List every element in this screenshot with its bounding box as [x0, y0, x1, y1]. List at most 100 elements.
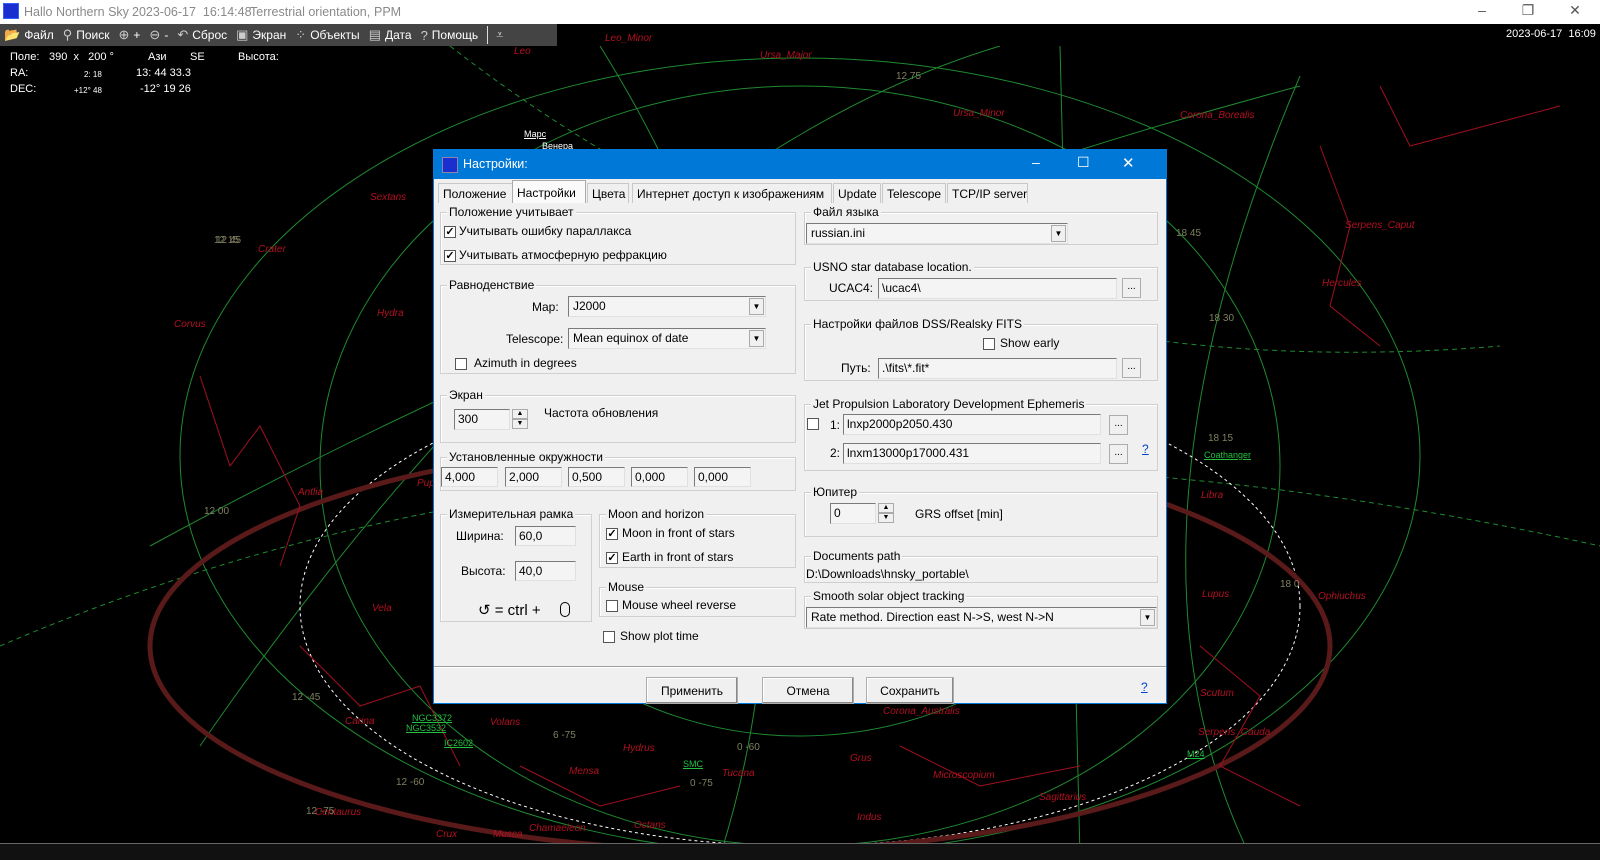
sky-object-label[interactable]: NGC3532: [406, 723, 446, 733]
fits-browse-button[interactable]: ...: [1122, 358, 1141, 378]
tab-internet-images[interactable]: Интернет доступ к изображениям: [632, 183, 832, 203]
tab-telescope[interactable]: Telescope: [882, 183, 946, 203]
sky-object-label[interactable]: SMC: [683, 759, 703, 769]
sky-object-label[interactable]: IC2602: [444, 738, 473, 748]
minimize-button[interactable]: –: [1462, 2, 1502, 18]
mouse-icon: [560, 602, 570, 617]
close-button[interactable]: ✕: [1555, 2, 1595, 19]
arrow-down-icon[interactable]: ▼: [878, 513, 894, 523]
tab-position[interactable]: Положение: [438, 183, 513, 203]
toolbar-overflow-button[interactable]: ⩡: [496, 27, 503, 43]
constellation-label: Crater: [258, 244, 286, 255]
frame-width-input[interactable]: 60,0: [515, 526, 576, 546]
language-select[interactable]: russian.ini▼: [806, 223, 1068, 244]
sky-object-label[interactable]: Coathanger: [1204, 450, 1251, 460]
circle-input-5[interactable]: 0,000: [694, 467, 751, 487]
frame-height-input[interactable]: 40,0: [515, 561, 576, 581]
tab-tcpip-server[interactable]: TCP/IP server: [947, 183, 1028, 203]
toolbar-zoom-in[interactable]: ⊕+: [119, 27, 141, 43]
refraction-checkbox[interactable]: ✓: [444, 250, 456, 262]
ucac4-path-input[interactable]: \ucac4\: [878, 278, 1117, 299]
arrow-up-icon[interactable]: ▲: [878, 503, 894, 513]
show-plot-time-checkbox[interactable]: [603, 631, 615, 643]
constellation-label: Leo: [514, 46, 531, 57]
monitor-icon: ▣: [236, 27, 248, 43]
constellation-label: Indus: [857, 812, 881, 823]
grid-label: 18 45: [1176, 228, 1201, 239]
arrow-up-icon[interactable]: ▲: [512, 409, 528, 419]
circle-input-4[interactable]: 0,000: [631, 467, 688, 487]
parallax-checkbox[interactable]: ✓: [444, 226, 456, 238]
toolbar-date[interactable]: ▤Дата: [369, 27, 412, 43]
grid-label: 12 -75: [306, 806, 334, 817]
group-title: Установленные окружности: [447, 450, 605, 464]
mouse-wheel-reverse-checkbox[interactable]: [606, 600, 618, 612]
constellation-label: Carina: [345, 716, 374, 727]
fits-path-input[interactable]: .\fits\*.fit*: [878, 358, 1117, 379]
select-value: russian.ini: [811, 226, 865, 240]
earth-front-checkbox[interactable]: ✓: [606, 552, 618, 564]
moon-front-label: Moon in front of stars: [622, 526, 735, 540]
dialog-maximize-button[interactable]: ☐: [1077, 154, 1090, 171]
azimuth-degrees-checkbox[interactable]: [455, 358, 467, 370]
apply-button[interactable]: Применить: [646, 677, 738, 704]
jpl-file2-input[interactable]: lnxm13000p17000.431: [843, 443, 1101, 464]
app-title: Hallo Northern Sky: [24, 5, 129, 19]
toolbar-help[interactable]: ? Помощь: [421, 28, 479, 43]
toolbar-objects[interactable]: ⁘Объекты: [295, 27, 359, 43]
dialog-minimize-button[interactable]: –: [1032, 154, 1040, 170]
group-title: Экран: [447, 388, 485, 402]
jpl-enable-checkbox[interactable]: [807, 418, 819, 430]
help-link[interactable]: ?: [1141, 680, 1148, 694]
circle-input-1[interactable]: 4,000: [441, 467, 498, 487]
restore-button[interactable]: ❐: [1508, 2, 1548, 19]
jpl-file1-input[interactable]: lnxp2000p2050.430: [843, 414, 1101, 435]
constellation-label: Hydra: [377, 308, 404, 319]
telescope-equinox-select[interactable]: Mean equinox of date▼: [568, 328, 766, 349]
jpl-help-link[interactable]: ?: [1142, 442, 1149, 456]
grs-offset-spinner[interactable]: ▲▼: [878, 503, 894, 524]
map-equinox-select[interactable]: J2000▼: [568, 296, 766, 317]
circle-input-2[interactable]: 2,000: [505, 467, 562, 487]
ucac4-browse-button[interactable]: ...: [1122, 278, 1141, 298]
help-icon: ?: [421, 28, 428, 43]
azimuth-value: SE: [190, 51, 205, 63]
sky-object-label[interactable]: NGC3372: [412, 713, 452, 723]
moon-front-checkbox[interactable]: ✓: [606, 528, 618, 540]
save-button[interactable]: Сохранить: [866, 677, 954, 704]
constellation-label: Microscopium: [933, 770, 995, 781]
jpl-file1-browse-button[interactable]: ...: [1109, 415, 1128, 435]
sky-object-label[interactable]: Марс: [524, 129, 546, 139]
refresh-rate-spinner[interactable]: ▲▼: [512, 409, 528, 430]
sky-object-label[interactable]: M24: [1187, 749, 1205, 759]
tab-update[interactable]: Update: [833, 183, 881, 203]
jpl-file2-browse-button[interactable]: ...: [1109, 444, 1128, 464]
tab-settings[interactable]: Настройки: [512, 180, 586, 203]
show-early-checkbox[interactable]: [983, 338, 995, 350]
toolbar-screen[interactable]: ▣ Экран: [236, 27, 286, 43]
mouse-wheel-reverse-label: Mouse wheel reverse: [622, 598, 736, 612]
grs-offset-input[interactable]: 0: [830, 503, 876, 524]
toolbar-zoom-out[interactable]: ⊖-: [149, 27, 168, 43]
toolbar-reset[interactable]: ↶Сброс: [177, 27, 227, 43]
dialog-close-button[interactable]: ✕: [1122, 154, 1135, 172]
circle-input-3[interactable]: 0,500: [568, 467, 625, 487]
tab-colors[interactable]: Цвета: [587, 183, 629, 203]
toolbar-label: Экран: [252, 28, 286, 42]
refresh-rate-input[interactable]: 300: [454, 409, 510, 430]
cancel-button[interactable]: Отмена: [762, 677, 854, 704]
show-plot-time-label: Show plot time: [620, 629, 699, 643]
toolbar-file[interactable]: 📂Файл: [4, 27, 54, 43]
field-label: Поле:: [10, 51, 39, 63]
toolbar-label: +: [133, 28, 140, 42]
grid-label: 12 00: [204, 506, 229, 517]
earth-front-label: Earth in front of stars: [622, 550, 733, 564]
arrow-down-icon[interactable]: ▼: [512, 419, 528, 429]
binoculars-icon: ⚲: [63, 27, 73, 43]
toolbar-label: Помощь: [432, 28, 478, 42]
grid-label: 12 -60: [396, 777, 424, 788]
toolbar-search[interactable]: ⚲Поиск: [63, 27, 110, 43]
constellation-label: Sagittarius: [1039, 792, 1086, 803]
tracking-method-select[interactable]: Rate method. Direction east N->S, west N…: [806, 607, 1157, 628]
group-title: Documents path: [811, 549, 902, 563]
